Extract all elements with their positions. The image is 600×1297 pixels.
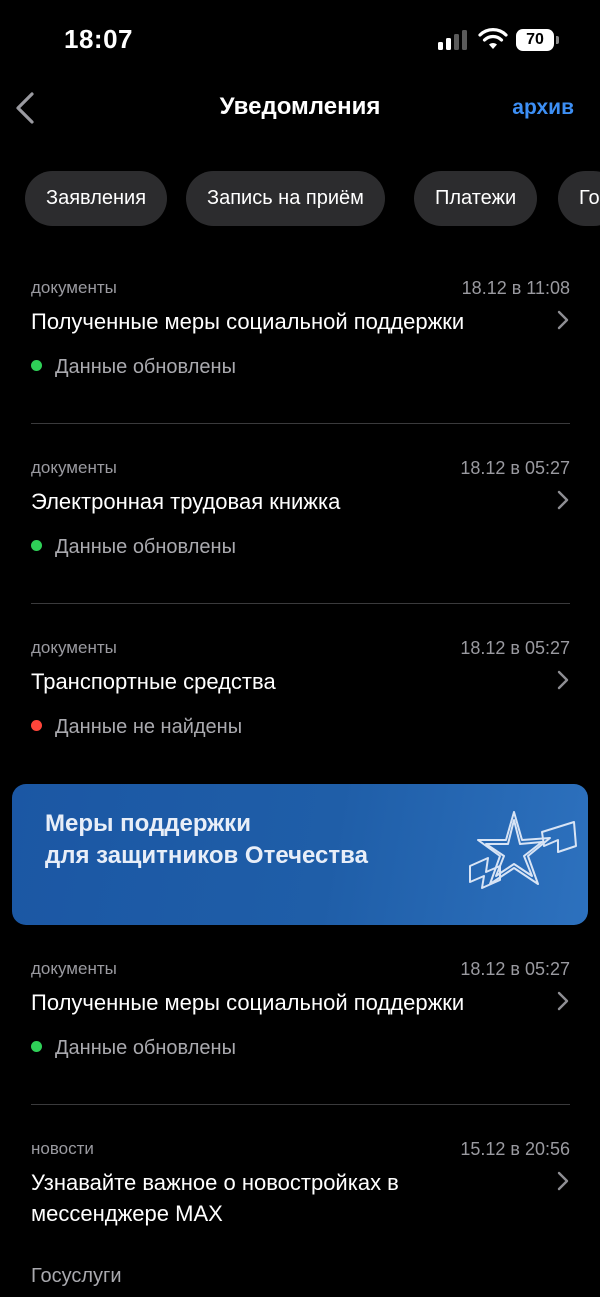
- status-time: 18:07: [64, 24, 133, 54]
- chip-more[interactable]: Го: [558, 171, 600, 226]
- nav-bar: Уведомления архив: [0, 80, 600, 140]
- archive-link[interactable]: архив: [512, 96, 574, 120]
- notification-item[interactable]: новости 15.12 в 20:56 Узнавайте важное о…: [31, 1139, 570, 1297]
- wifi-icon: [478, 28, 508, 49]
- notification-category: документы: [31, 458, 117, 477]
- notification-item[interactable]: документы 18.12 в 05:27 Электронная труд…: [31, 458, 570, 578]
- status-dot: [31, 360, 42, 371]
- notification-source: Госуслуги: [31, 1265, 122, 1287]
- notification-time: 18.12 в 05:27: [460, 959, 570, 979]
- battery-tip: [556, 36, 559, 44]
- chip-payments[interactable]: Платежи: [414, 171, 538, 226]
- banner-title-line2: для защитников Отечества: [45, 842, 368, 869]
- status-label: Данные обновлены: [55, 1037, 236, 1059]
- notification-time: 18.12 в 05:27: [460, 638, 570, 658]
- notification-status: Данные не найдены: [31, 716, 242, 739]
- status-label: Данные обновлены: [55, 356, 236, 378]
- banner-title-line1: Меры поддержки: [45, 810, 251, 837]
- battery-icon: 70: [516, 29, 554, 51]
- chevron-right-icon: [557, 310, 569, 330]
- chevron-right-icon: [557, 670, 569, 690]
- divider: [31, 423, 570, 424]
- notification-category: новости: [31, 1139, 94, 1158]
- notification-time: 15.12 в 20:56: [460, 1139, 570, 1159]
- notification-title: Узнавайте важное о новостройках в мессен…: [31, 1170, 399, 1226]
- notification-title: Полученные меры социальной поддержки: [31, 990, 465, 1015]
- page-title: Уведомления: [219, 93, 381, 120]
- chip-applications[interactable]: Заявления: [25, 171, 168, 226]
- status-label: Данные обновлены: [55, 536, 236, 558]
- notification-time: 18.12 в 05:27: [460, 458, 570, 478]
- notification-title: Транспортные средства: [31, 669, 276, 694]
- notification-category: документы: [31, 638, 117, 657]
- notification-title: Электронная трудовая книжка: [31, 489, 341, 514]
- notification-status: Данные обновлены: [31, 1037, 236, 1060]
- notification-category: документы: [31, 278, 117, 297]
- chevron-right-icon: [557, 991, 569, 1011]
- filter-chips: Заявления Запись на приём Платежи Го: [0, 171, 600, 226]
- promo-banner[interactable]: Меры поддержки для защитников Отечества: [12, 784, 588, 925]
- notification-title: Полученные меры социальной поддержки: [31, 309, 465, 334]
- divider: [31, 603, 570, 604]
- cellular-signal-icon: [438, 30, 470, 50]
- status-dot: [31, 540, 42, 551]
- notification-status: Данные обновлены: [31, 356, 236, 379]
- status-label: Данные не найдены: [55, 716, 243, 738]
- chip-appointment[interactable]: Запись на приём: [186, 171, 385, 226]
- notification-item[interactable]: документы 18.12 в 11:08 Полученные меры …: [31, 278, 570, 398]
- notification-category: документы: [31, 959, 117, 978]
- status-bar: 18:07 70: [0, 0, 600, 80]
- divider: [31, 1104, 570, 1105]
- notification-item[interactable]: документы 18.12 в 05:27 Полученные меры …: [31, 959, 570, 1079]
- chevron-right-icon: [557, 1171, 569, 1191]
- chevron-right-icon: [557, 490, 569, 510]
- status-dot: [31, 720, 42, 731]
- star-icon: [469, 811, 577, 889]
- notification-item[interactable]: документы 18.12 в 05:27 Транспортные сре…: [31, 638, 570, 758]
- notification-status: Данные обновлены: [31, 536, 236, 559]
- status-dot: [31, 1041, 42, 1052]
- notification-time: 18.12 в 11:08: [461, 278, 570, 298]
